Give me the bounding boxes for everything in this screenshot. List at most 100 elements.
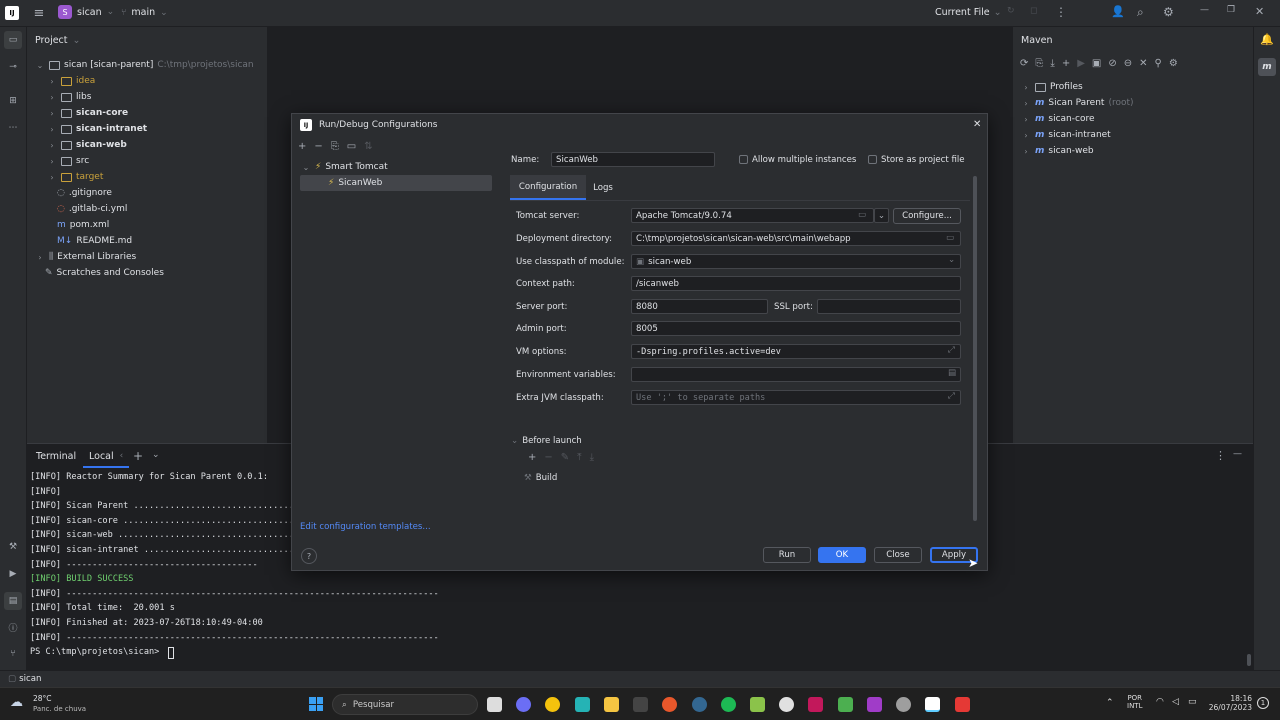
terminal-tab-local[interactable]: Local ‹ [83,446,130,468]
folder-reload-icon[interactable]: ⎘ [1035,58,1043,69]
more-tools-icon[interactable]: ⋯ [4,119,22,137]
run-icon[interactable]: ▶ [1077,58,1085,69]
settings-icon[interactable]: ⚙ [1169,58,1178,69]
structure-icon[interactable]: ⊞ [4,92,22,110]
expand-icon[interactable]: ⤢ [948,345,955,355]
chevron-down-icon[interactable]: ⌄ [152,450,160,460]
more-icon[interactable]: ⋮ [1215,449,1226,462]
reload-icon[interactable]: ⟳ [1020,58,1028,69]
hide-icon[interactable]: — [1233,449,1242,459]
admin-port-input[interactable]: 8005 [631,321,961,336]
name-input[interactable]: SicanWeb [551,152,715,167]
rider-icon[interactable] [808,697,823,712]
configure-button[interactable]: Configure... [893,208,961,224]
taskbar-search[interactable]: ⌕ Pesquisar [332,694,478,715]
chat-icon[interactable] [516,697,531,712]
debug-icon[interactable]: ↻ [1007,6,1015,16]
store-project-checkbox[interactable]: Store as project file [868,155,965,165]
chrome-icon[interactable] [545,697,560,712]
tab-configuration[interactable]: Configuration [510,175,586,200]
terminal-tool-icon[interactable]: ▤ [4,592,22,610]
add-user-icon[interactable]: 👤 [1111,5,1125,18]
tree-root[interactable]: ⌄ sican [sican-parent] C:\tmp\projetos\s… [35,57,254,73]
file-explorer-icon[interactable] [604,697,619,712]
edit-templates-link[interactable]: Edit configuration templates... [300,522,431,532]
gear-icon[interactable]: ⚙ [1163,5,1174,19]
plus-icon[interactable]: + [1062,58,1070,69]
notifications-icon[interactable]: 🔔 [1259,31,1275,47]
obs-icon[interactable] [779,697,794,712]
project-switcher[interactable]: S sican ⌄ [58,5,114,19]
git-icon[interactable]: ⑂ [4,645,22,663]
tree-group-smart-tomcat[interactable]: ⌄ ⚡ Smart Tomcat [301,159,388,175]
minimize-icon[interactable]: — [1200,5,1209,15]
allow-multiple-checkbox[interactable]: Allow multiple instances [739,155,856,165]
wifi-icon[interactable]: ◠ [1156,697,1164,707]
maven-tool-icon[interactable]: m [1258,58,1276,76]
tree-item[interactable]: M↓ README.md [57,233,132,249]
chevron-up-icon[interactable]: ⌃ [1106,698,1114,708]
search-icon[interactable]: ⌕ [1137,5,1144,20]
download-icon[interactable]: ⤓ [1050,58,1054,69]
status-project[interactable]: ▢ sican [8,674,41,684]
intellij-logo-icon[interactable]: IJ [5,6,19,20]
tree-item[interactable]: › libs [47,89,91,105]
help-icon[interactable]: ? [301,548,317,564]
scrollbar[interactable] [973,176,977,521]
run-button[interactable]: Run [763,547,811,563]
ok-button[interactable]: OK [818,547,866,563]
folder-icon[interactable]: ▭ [347,141,356,152]
windows-start-icon[interactable] [309,697,323,711]
folder-icon[interactable]: ▭ [946,233,954,243]
tree-item[interactable]: ◌ .gitlab-ci.yml [57,201,127,217]
edit-list-icon[interactable]: ▤ [948,368,956,378]
tree-external-libraries[interactable]: › ⫼ External Libraries [35,249,136,265]
folder-icon[interactable]: ▭ [858,210,866,220]
tomcat-server-select[interactable]: Apache Tomcat/9.0.74 ▭ [631,208,874,223]
clapper-icon[interactable] [867,697,882,712]
services-icon[interactable]: ▶ [4,565,22,583]
build-icon[interactable]: ⚒ [4,538,22,556]
tree-item-sicanweb[interactable]: ⚡ SicanWeb [300,175,492,191]
move-up-icon[interactable]: ⤒ [577,452,581,463]
maven-tree-item[interactable]: › m Sican Parent (root) [1021,95,1133,111]
server-port-input[interactable]: 8080 [631,299,768,314]
close-icon[interactable]: ‹ [120,451,124,461]
maven-tree-item[interactable]: › m sican-core [1021,111,1094,127]
clock[interactable]: 18:16 26/07/2023 [1208,694,1252,712]
tree-item[interactable]: m pom.xml [57,217,109,233]
terminal-icon[interactable] [633,697,648,712]
tree-scratches[interactable]: ✎ Scratches and Consoles [45,265,164,281]
before-launch-section[interactable]: ⌄ Before launch [511,436,582,446]
maven-tree-item[interactable]: › Profiles [1021,79,1082,95]
add-icon[interactable]: + [298,141,306,152]
run-config-selector[interactable]: Current File ⌄ [935,7,1002,18]
tab-logs[interactable]: Logs [588,175,618,200]
main-menu-icon[interactable]: ≡ [32,6,46,21]
close-icon[interactable]: ✕ [973,119,981,130]
move-down-icon[interactable]: ⤓ [590,452,594,463]
extra-jvm-input[interactable]: Use ';' to separate paths ⤢ [631,390,961,405]
problems-icon[interactable]: ⓘ [4,618,22,636]
scrollbar[interactable] [1247,654,1251,666]
close-icon[interactable]: ✕ [1255,5,1264,18]
context-path-input[interactable]: /sicanweb [631,276,961,291]
tree-item[interactable]: › sican-core [47,105,128,121]
more-icon[interactable]: ⋮ [1055,5,1067,19]
ssl-port-input[interactable] [817,299,961,314]
commit-icon[interactable]: ⊸ [4,58,22,76]
deployment-dir-input[interactable]: C:\tmp\projetos\sican\sican-web\src\main… [631,231,961,246]
branch-switcher[interactable]: ⑂ main ⌄ [121,7,168,18]
task-view-icon[interactable] [487,697,502,712]
collapse-icon[interactable]: ✕ [1139,58,1147,69]
weather-icon[interactable]: ☁ [10,695,23,710]
snip-icon[interactable] [955,697,970,712]
postgres-icon[interactable] [692,697,707,712]
postman-icon[interactable] [662,697,677,712]
tree-item[interactable]: ◌ .gitignore [57,185,112,201]
chevron-down-icon[interactable]: ⌄ [874,208,889,223]
tree-item[interactable]: › src [47,153,89,169]
sort-icon[interactable]: ⇅ [364,141,372,152]
notepad-icon[interactable] [750,697,765,712]
notification-badge[interactable]: 1 [1257,697,1269,709]
